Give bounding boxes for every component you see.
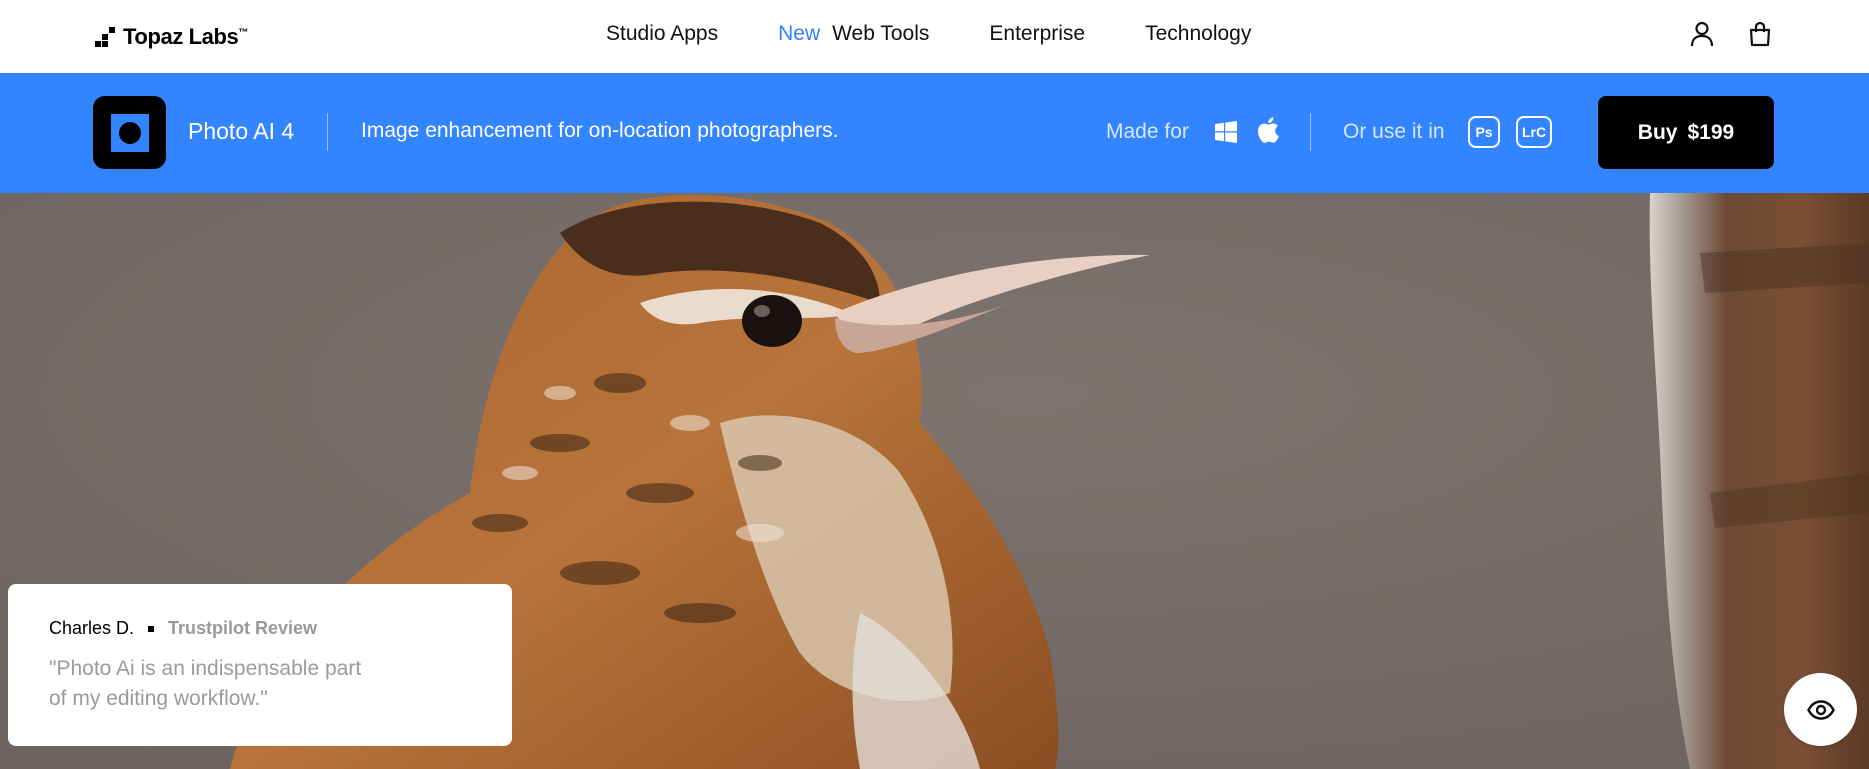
buy-label: Buy [1637,120,1678,144]
nav-item-technology[interactable]: Technology [1145,22,1251,46]
nav-actions [1688,20,1774,48]
eye-toggle-button[interactable] [1784,673,1857,746]
product-bar: Photo AI 4 Image enhancement for on-loca… [0,73,1869,193]
shopping-bag-icon[interactable] [1746,20,1774,48]
top-navigation: Topaz Labs™ Studio Apps New Web Tools Ent… [0,0,1869,73]
reviewer-name: Charles D. [49,618,135,638]
review-header: Charles D. Trustpilot Review [49,618,317,639]
photo-ai-app-icon [93,96,166,169]
lightroom-classic-plugin-icon[interactable]: LrC [1516,116,1553,148]
user-icon[interactable] [1688,20,1716,48]
nav-item-web-tools[interactable]: New Web Tools [778,22,929,46]
review-card: Charles D. Trustpilot Review "Photo Ai i… [8,584,512,746]
product-tagline: Image enhancement for on-location photog… [361,119,839,142]
eye-icon [1806,699,1835,720]
brand-name: Topaz Labs™ [123,24,248,49]
divider [1310,113,1311,151]
review-source[interactable]: Trustpilot Review [168,618,317,639]
divider [327,113,328,151]
buy-button[interactable]: Buy $199 [1598,96,1774,169]
topaz-labs-logo[interactable]: Topaz Labs™ [95,24,248,50]
separator-dot [148,625,155,632]
price-label: $199 [1687,120,1735,144]
nav-item-studio-apps[interactable]: Studio Apps [606,22,718,46]
app-name: Photo AI 4 [188,118,295,144]
new-badge: New [778,22,821,45]
main-nav: Studio Apps New Web Tools Enterprise Tech… [606,22,1311,46]
photoshop-plugin-icon[interactable]: Ps [1468,116,1500,148]
apple-icon [1257,117,1279,148]
use-in-label: Or use it in [1343,120,1445,143]
topaz-logo-icon [95,27,115,47]
review-quote: "Photo Ai is an indispensable part of my… [49,657,362,710]
nav-item-enterprise[interactable]: Enterprise [989,22,1085,46]
made-for-label: Made for [1106,120,1189,143]
nav-item-web-tools-label: Web Tools [832,22,930,45]
windows-icon [1215,121,1237,148]
